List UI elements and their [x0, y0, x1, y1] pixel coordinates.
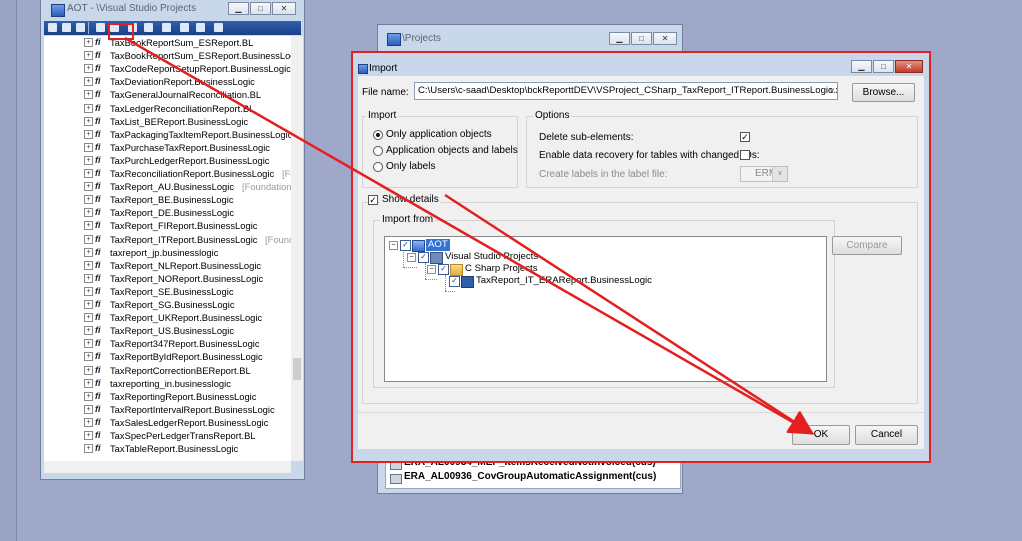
annotation-arrows: [124, 36, 815, 435]
